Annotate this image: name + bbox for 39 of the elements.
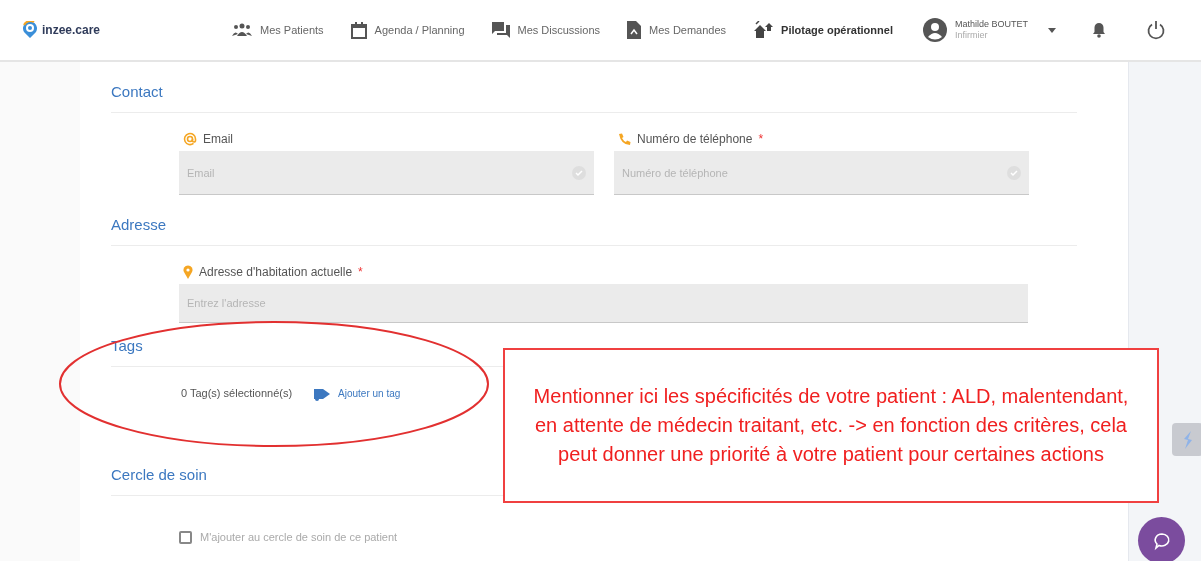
nav-link[interactable]: Mes Patients — [232, 21, 324, 39]
check-icon — [1007, 166, 1021, 180]
houses-icon — [753, 21, 774, 39]
phone-icon — [618, 132, 631, 146]
required-asterisk: * — [758, 131, 764, 148]
checkbox[interactable] — [179, 530, 192, 544]
user-menu[interactable]: Mathilde BOUTET Infirmier — [922, 18, 1056, 42]
nav-link[interactable]: Mes Demandes — [627, 21, 727, 39]
chat-button[interactable] — [1138, 517, 1185, 561]
field-label: Email — [203, 131, 233, 148]
section-heading: Contact — [111, 83, 163, 100]
checkbox-label: M'ajouter au cercle de soin de ce patient — [200, 530, 398, 545]
section-heading: Cercle de soin — [111, 466, 207, 483]
logo-icon — [22, 21, 38, 39]
field-label: Numéro de téléphone — [637, 131, 753, 148]
tag-icon — [314, 386, 331, 401]
chat-icon — [491, 22, 510, 38]
add-tag-button[interactable]: Ajouter un tag — [308, 384, 407, 403]
chat-bubble-icon — [1151, 530, 1172, 551]
at-icon — [183, 132, 197, 146]
bell-icon[interactable] — [1092, 22, 1106, 38]
field-label: Adresse d'habitation actuelle — [199, 264, 353, 281]
location-pin-icon — [183, 265, 193, 279]
check-icon — [572, 166, 586, 180]
caret-icon — [1048, 27, 1056, 33]
people-icon — [232, 23, 252, 37]
required-asterisk: * — [358, 264, 363, 281]
nav-link[interactable]: Mes Discussions — [491, 21, 601, 39]
nav-link[interactable]: Pilotage opérationnel — [753, 21, 893, 39]
power-icon[interactable] — [1146, 20, 1166, 40]
nav-link[interactable]: Agenda / Planning — [350, 21, 465, 39]
logo-text: inzee.care — [42, 22, 101, 39]
avatar-icon — [922, 18, 947, 42]
section-heading: Tags — [111, 337, 143, 354]
tag-count: 0 Tag(s) sélectionné(s) — [180, 386, 294, 402]
calendar-icon — [350, 21, 367, 39]
document-icon — [627, 21, 642, 39]
annotation-text: Mentionner ici les spécificités de votre patient : ALD, malentendant, en attente de médecin traitant, etc. -> en fonction des critères, cela peut donner une priorité à votre patient pour certaines actions — [503, 348, 1159, 503]
section-heading: Adresse — [111, 216, 167, 233]
